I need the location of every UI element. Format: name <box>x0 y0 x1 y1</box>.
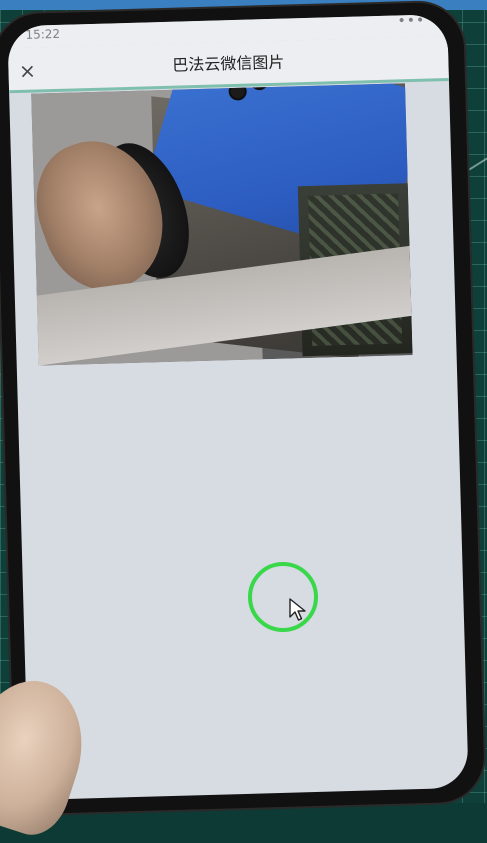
photo-image <box>31 83 413 366</box>
phone: 15:22 ••• × 巴法云微信图片 <box>0 1 486 815</box>
menu-dots-icon[interactable]: ••• <box>397 14 425 29</box>
photo-content <box>31 83 413 366</box>
phone-screen: 15:22 ••• × 巴法云微信图片 <box>7 14 469 801</box>
mouse-pointer-icon <box>289 598 306 621</box>
tap-indicator-ring <box>248 562 318 632</box>
page-title: 巴法云微信图片 <box>172 52 285 75</box>
status-time: 15:22 <box>25 26 61 42</box>
